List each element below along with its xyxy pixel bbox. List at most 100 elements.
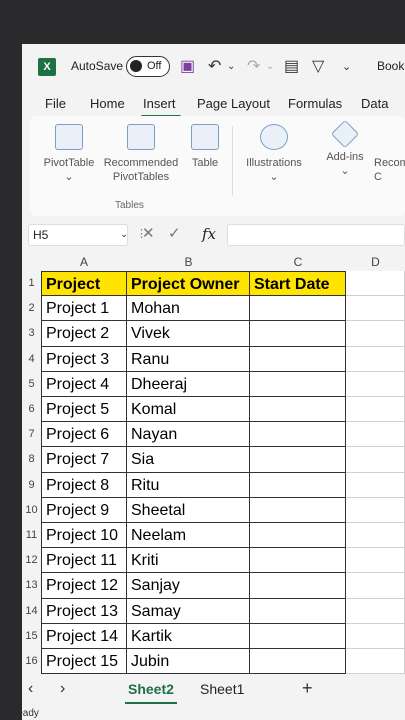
cell-b10[interactable]: Sheetal xyxy=(127,497,250,523)
cell-d9[interactable] xyxy=(346,472,405,498)
cell-b3[interactable]: Vivek xyxy=(127,321,250,347)
cell-c12[interactable] xyxy=(250,548,346,574)
filter-icon[interactable]: ▽ xyxy=(312,56,324,76)
name-box[interactable]: H5 ⌄ xyxy=(28,224,128,246)
cell-c1[interactable]: Start Date xyxy=(250,271,346,297)
cell-a1[interactable]: Project xyxy=(41,271,127,297)
cell-d4[interactable] xyxy=(346,346,405,372)
cell-a14[interactable]: Project 13 xyxy=(41,598,127,624)
cell-b14[interactable]: Samay xyxy=(127,598,250,624)
recommended-pivottables-button[interactable]: Recommended PivotTables xyxy=(100,124,182,184)
row-header[interactable]: 2 xyxy=(22,296,41,322)
next-sheet-icon[interactable]: › xyxy=(60,680,65,698)
cell-a2[interactable]: Project 1 xyxy=(41,296,127,322)
cell-a9[interactable]: Project 8 xyxy=(41,472,127,498)
formula-input[interactable] xyxy=(227,224,405,246)
row-header[interactable]: 5 xyxy=(22,371,41,397)
cell-a4[interactable]: Project 3 xyxy=(41,346,127,372)
cell-a11[interactable]: Project 10 xyxy=(41,523,127,549)
cell-b9[interactable]: Ritu xyxy=(127,472,250,498)
add-sheet-button[interactable]: + xyxy=(302,678,313,699)
cell-a13[interactable]: Project 12 xyxy=(41,573,127,599)
cell-a7[interactable]: Project 6 xyxy=(41,422,127,448)
cell-c9[interactable] xyxy=(250,472,346,498)
sheet-tab-sheet2[interactable]: Sheet2 xyxy=(128,681,174,697)
tab-home[interactable]: Home xyxy=(90,96,125,111)
cell-a8[interactable]: Project 7 xyxy=(41,447,127,473)
cell-a5[interactable]: Project 4 xyxy=(41,371,127,397)
cell-c2[interactable] xyxy=(250,296,346,322)
cell-b16[interactable]: Jubin xyxy=(127,649,250,675)
cell-b2[interactable]: Mohan xyxy=(127,296,250,322)
form-icon[interactable]: ▤ xyxy=(284,56,299,76)
cell-a12[interactable]: Project 11 xyxy=(41,548,127,574)
cell-c3[interactable] xyxy=(250,321,346,347)
cell-d14[interactable] xyxy=(346,598,405,624)
autosave-toggle[interactable]: Off xyxy=(126,56,170,77)
add-ins-button[interactable]: Add-ins ⌄ xyxy=(325,119,365,178)
row-header[interactable]: 14 xyxy=(22,598,41,624)
redo-dropdown-icon[interactable]: ⌄ xyxy=(266,61,274,72)
cell-d2[interactable] xyxy=(346,296,405,322)
column-header-b[interactable]: B xyxy=(127,254,250,271)
chevron-down-icon[interactable]: ⌄ xyxy=(120,229,128,240)
cell-a10[interactable]: Project 9 xyxy=(41,497,127,523)
cell-b13[interactable]: Sanjay xyxy=(127,573,250,599)
cell-a6[interactable]: Project 5 xyxy=(41,397,127,423)
cell-c13[interactable] xyxy=(250,573,346,599)
row-header[interactable]: 6 xyxy=(22,397,41,423)
undo-dropdown-icon[interactable]: ⌄ xyxy=(227,61,235,72)
cell-c6[interactable] xyxy=(250,397,346,423)
cell-c15[interactable] xyxy=(250,623,346,649)
cell-b12[interactable]: Kriti xyxy=(127,548,250,574)
insert-function-icon[interactable]: fx xyxy=(202,225,216,243)
cell-c16[interactable] xyxy=(250,649,346,675)
sheet-tab-sheet1[interactable]: Sheet1 xyxy=(200,681,244,697)
cell-d3[interactable] xyxy=(346,321,405,347)
cell-d5[interactable] xyxy=(346,371,405,397)
tab-insert[interactable]: Insert xyxy=(143,96,176,111)
cell-d12[interactable] xyxy=(346,548,405,574)
row-header[interactable]: 10 xyxy=(22,497,41,523)
cell-c10[interactable] xyxy=(250,497,346,523)
row-header[interactable]: 13 xyxy=(22,573,41,599)
cell-c11[interactable] xyxy=(250,523,346,549)
tab-file[interactable]: File xyxy=(45,96,66,111)
cell-d13[interactable] xyxy=(346,573,405,599)
cell-d8[interactable] xyxy=(346,447,405,473)
row-header[interactable]: 4 xyxy=(22,346,41,372)
cell-c5[interactable] xyxy=(250,371,346,397)
cell-c7[interactable] xyxy=(250,422,346,448)
cell-c8[interactable] xyxy=(250,447,346,473)
cancel-icon[interactable]: ✕ xyxy=(142,224,155,242)
cell-c14[interactable] xyxy=(250,598,346,624)
cell-d7[interactable] xyxy=(346,422,405,448)
cell-b11[interactable]: Neelam xyxy=(127,523,250,549)
cell-b6[interactable]: Komal xyxy=(127,397,250,423)
row-header[interactable]: 1 xyxy=(22,271,41,297)
cell-a3[interactable]: Project 2 xyxy=(41,321,127,347)
cell-b15[interactable]: Kartik xyxy=(127,623,250,649)
row-header[interactable]: 9 xyxy=(22,472,41,498)
tab-formulas[interactable]: Formulas xyxy=(288,96,342,111)
cell-d6[interactable] xyxy=(346,397,405,423)
redo-icon[interactable]: ↷ xyxy=(247,56,260,76)
cell-d1[interactable] xyxy=(346,271,405,297)
tab-page-layout[interactable]: Page Layout xyxy=(197,96,270,111)
cell-c4[interactable] xyxy=(250,346,346,372)
prev-sheet-icon[interactable]: ‹ xyxy=(28,680,33,698)
row-header[interactable]: 7 xyxy=(22,422,41,448)
column-header-a[interactable]: A xyxy=(41,254,127,271)
cell-d16[interactable] xyxy=(346,649,405,675)
customize-toolbar-icon[interactable]: ⌄ xyxy=(342,60,351,73)
row-header[interactable]: 3 xyxy=(22,321,41,347)
cell-b8[interactable]: Sia xyxy=(127,447,250,473)
table-button[interactable]: Table xyxy=(185,124,225,170)
cell-d15[interactable] xyxy=(346,623,405,649)
cell-a15[interactable]: Project 14 xyxy=(41,623,127,649)
cell-d11[interactable] xyxy=(346,523,405,549)
cell-b4[interactable]: Ranu xyxy=(127,346,250,372)
confirm-icon[interactable]: ✓ xyxy=(168,224,181,242)
column-header-c[interactable]: C xyxy=(250,254,346,271)
row-header[interactable]: 11 xyxy=(22,523,41,549)
